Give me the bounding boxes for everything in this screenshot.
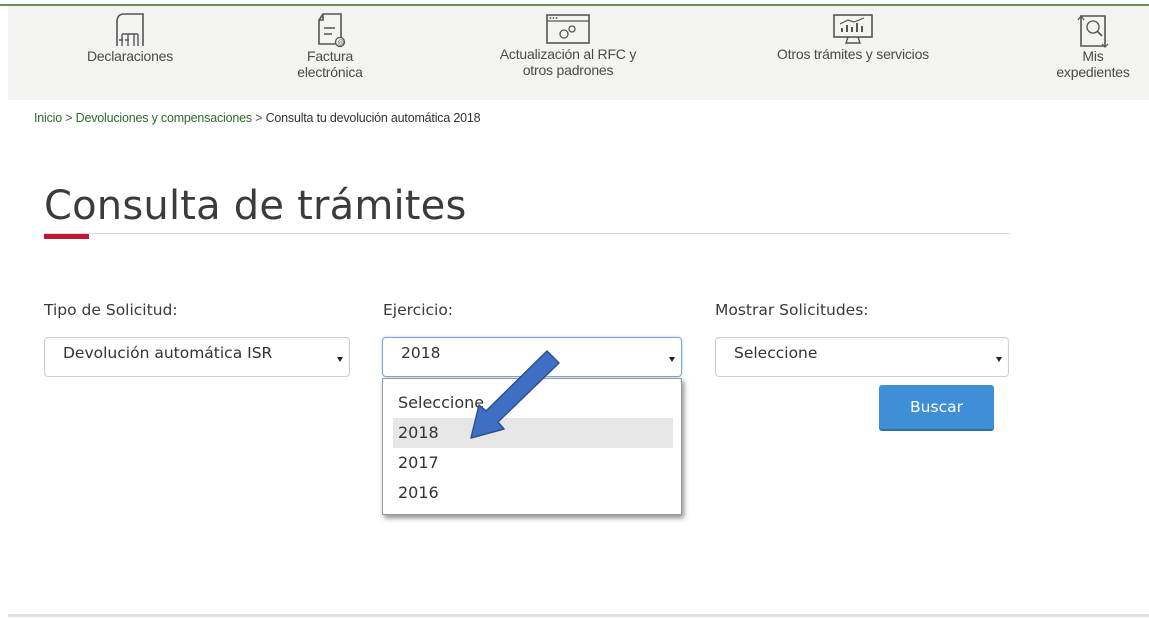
- nav-label: Actualización al RFC y: [499, 46, 637, 62]
- breadcrumb-separator: >: [65, 111, 73, 125]
- top-navigation: Declaraciones @ Factura electrónica Actu…: [8, 6, 1149, 100]
- breadcrumb-home-link[interactable]: Inicio: [34, 111, 62, 125]
- monitor-chart-icon: [833, 14, 873, 44]
- dropdown-option[interactable]: 2016: [393, 478, 673, 508]
- nav-label-line2: otros padrones: [522, 62, 614, 78]
- breadcrumb-current: Consulta tu devolución automática 2018: [265, 111, 481, 125]
- nav-label: Factura: [306, 48, 354, 64]
- rfc-gears-icon: [546, 14, 590, 44]
- mostrar-solicitudes-value: Seleccione: [734, 344, 818, 362]
- nav-item-declaraciones[interactable]: Declaraciones: [70, 6, 190, 64]
- nav-label-line2: electrónica: [297, 64, 363, 80]
- breadcrumb-separator: >: [255, 111, 263, 125]
- footer-divider: [8, 614, 1149, 617]
- nav-item-actualizacion-rfc[interactable]: Actualización al RFC y otros padrones: [478, 6, 658, 78]
- factura-icon: @: [318, 13, 346, 48]
- page-title: Consulta de trámites: [44, 183, 467, 229]
- breadcrumb: Inicio > Devoluciones y compensaciones >…: [34, 111, 481, 125]
- ejercicio-label: Ejercicio:: [383, 301, 454, 319]
- tipo-solicitud-value: Devolución automática ISR: [63, 344, 273, 362]
- tipo-solicitud-select[interactable]: Devolución automática ISR: [44, 337, 350, 377]
- chevron-down-icon: [669, 357, 675, 362]
- declaraciones-icon: [116, 13, 144, 46]
- breadcrumb-section-link[interactable]: Devoluciones y compensaciones: [76, 111, 252, 125]
- dropdown-option[interactable]: 2017: [393, 448, 673, 478]
- nav-item-otros-tramites[interactable]: Otros trámites y servicios: [753, 6, 953, 62]
- nav-label: Otros trámites y servicios: [777, 46, 929, 62]
- nav-item-factura[interactable]: @ Factura electrónica: [270, 6, 390, 80]
- title-accent-bar: [44, 234, 89, 239]
- nav-label-line2: expedientes: [1056, 64, 1130, 80]
- title-divider: [44, 233, 1010, 234]
- svg-text:@: @: [337, 39, 344, 47]
- chevron-down-icon: [996, 357, 1002, 362]
- annotation-arrow-icon: [470, 350, 560, 439]
- chevron-down-icon: [337, 357, 343, 362]
- nav-label: Declaraciones: [86, 48, 174, 64]
- mostrar-solicitudes-label: Mostrar Solicitudes:: [715, 301, 869, 319]
- nav-label: Mis: [1082, 48, 1104, 64]
- tipo-solicitud-label: Tipo de Solicitud:: [44, 301, 178, 319]
- nav-item-mis-expedientes[interactable]: Mis expedientes: [1040, 6, 1146, 80]
- buscar-button[interactable]: Buscar: [879, 385, 994, 429]
- mostrar-solicitudes-select[interactable]: Seleccione: [715, 337, 1009, 377]
- expedientes-icon: [1077, 15, 1109, 48]
- ejercicio-value: 2018: [401, 344, 441, 362]
